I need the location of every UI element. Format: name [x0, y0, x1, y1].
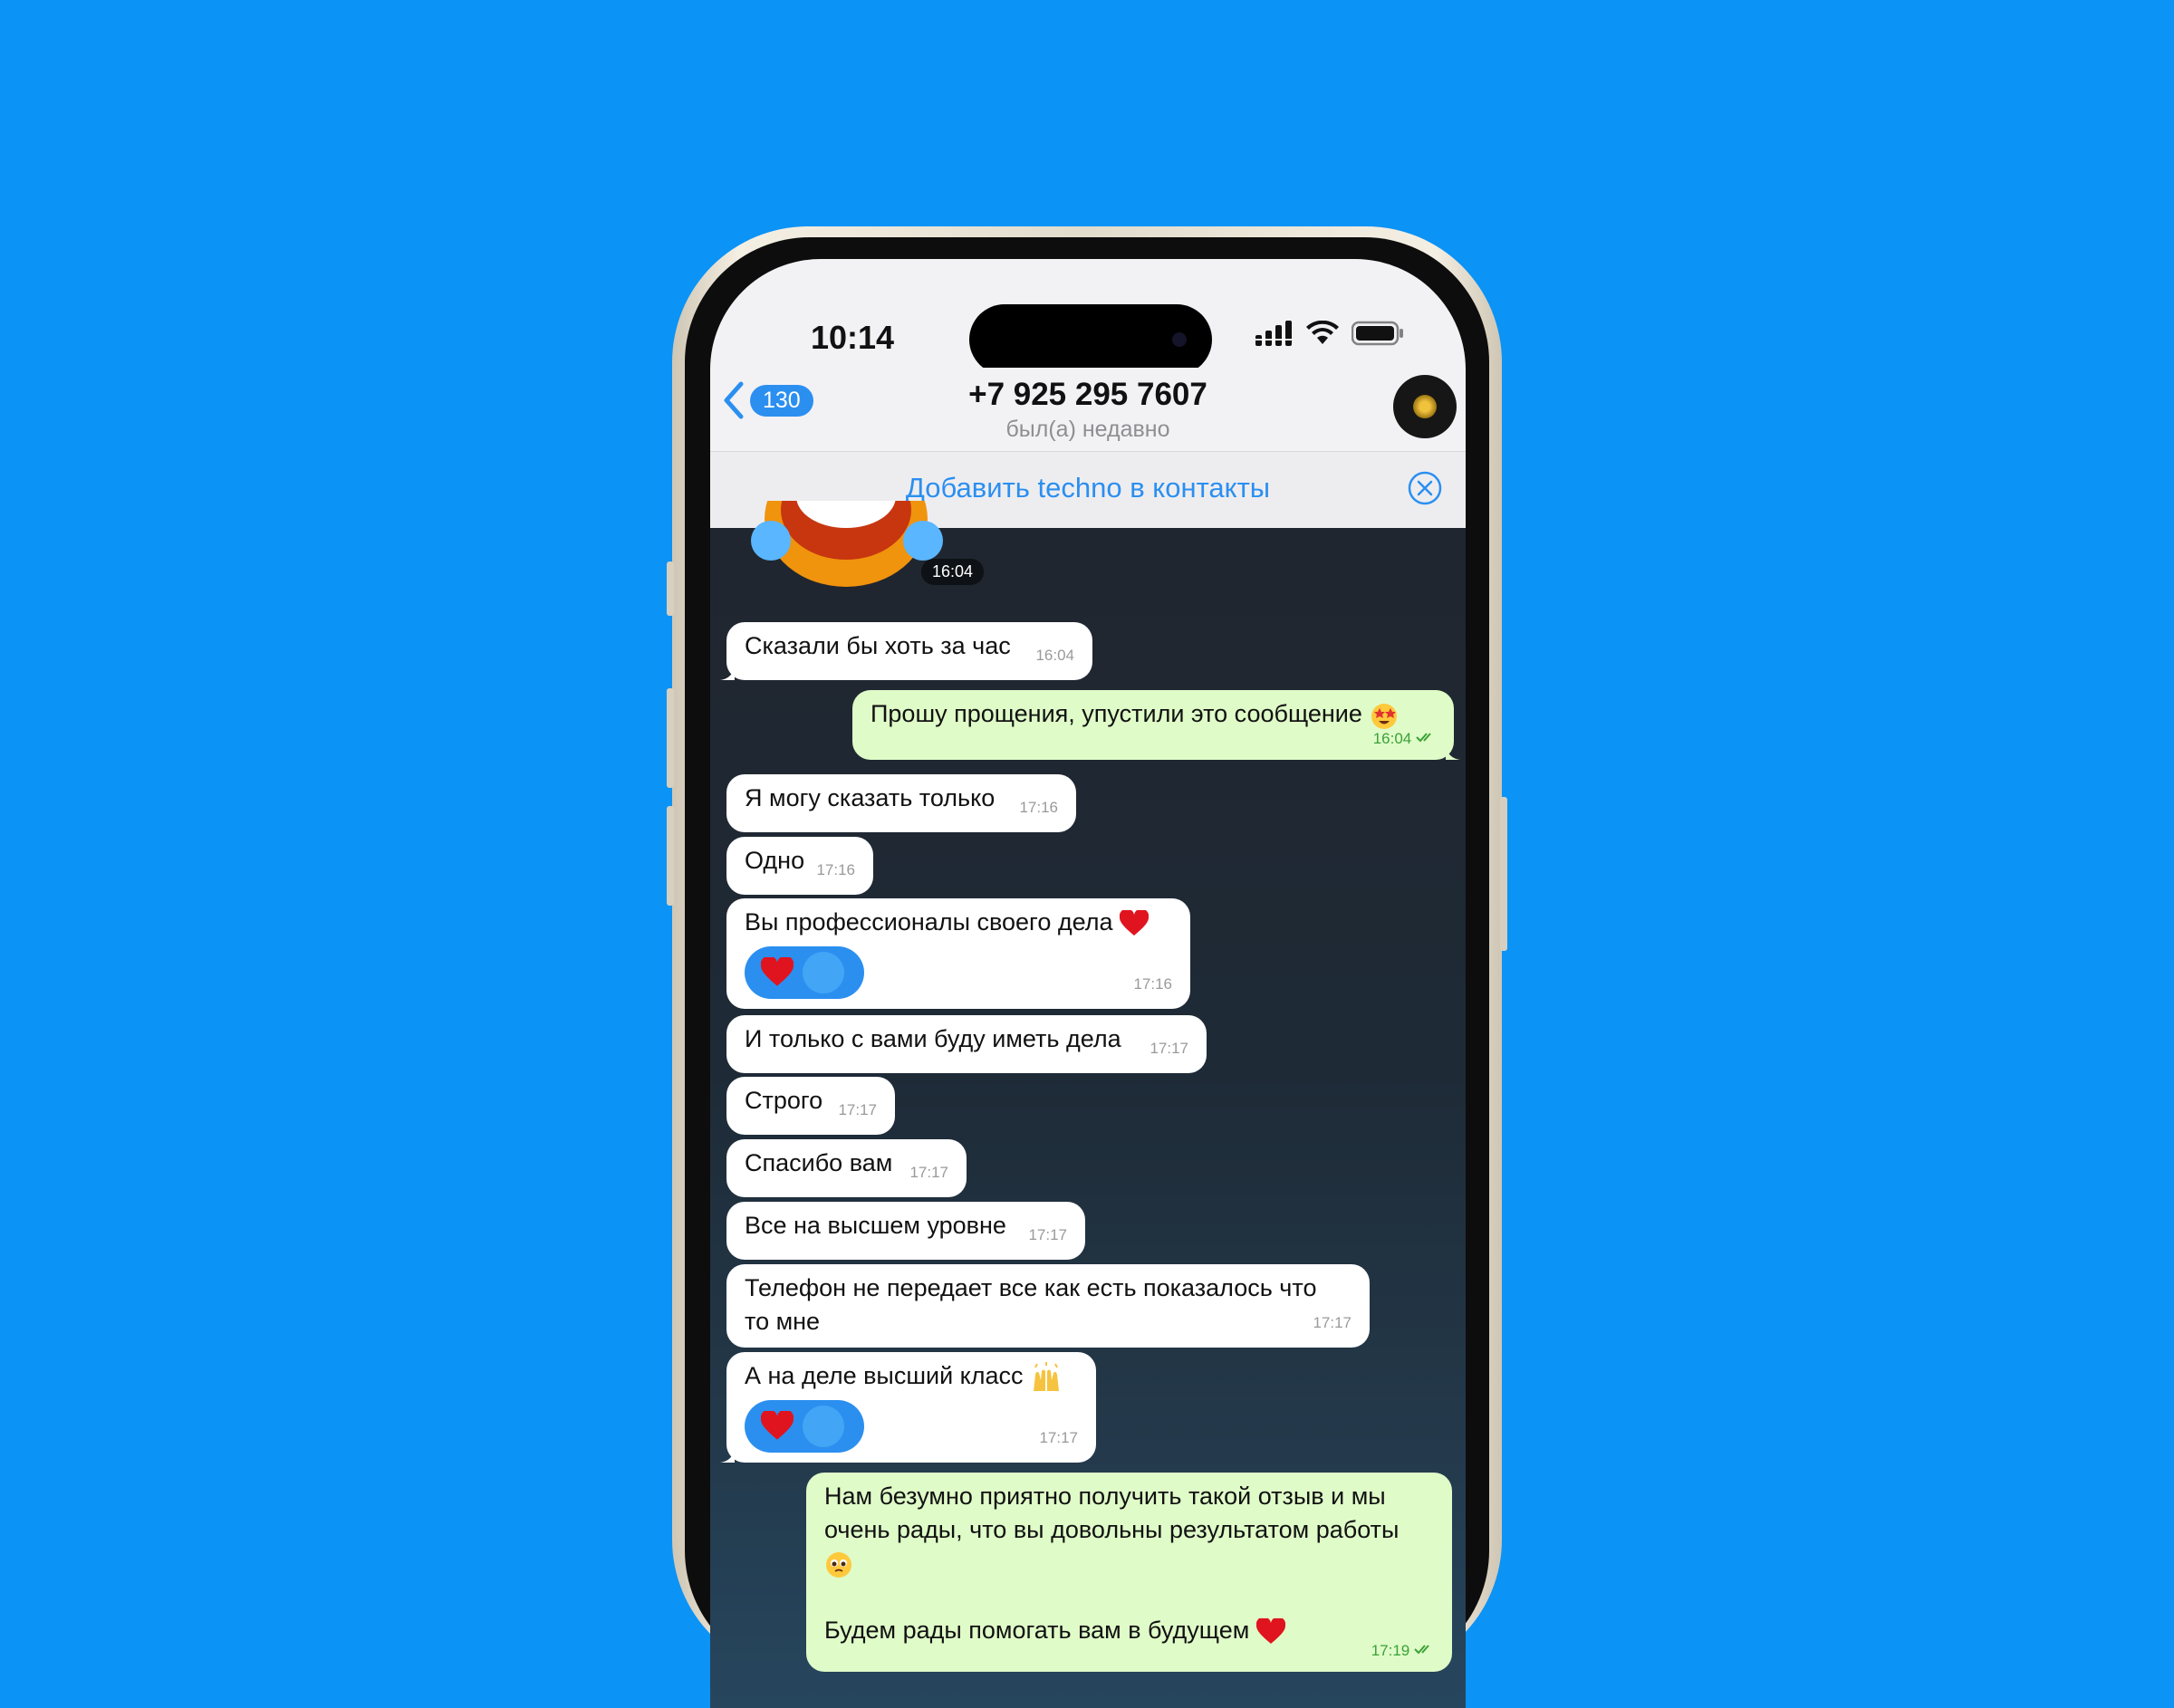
message-time: 17:16 [1133, 975, 1172, 993]
bubble-tail [720, 666, 735, 680]
message-text: А на деле высший класс [745, 1362, 1024, 1389]
message-time: 17:16 [816, 861, 855, 878]
add-contact-link[interactable]: Добавить techno в контакты [710, 472, 1466, 504]
message-time: 17:17 [1313, 1314, 1352, 1331]
message-bubble[interactable]: Вы профессионалы своего дела 17:16 [726, 898, 1190, 1009]
message-bubble[interactable]: Телефон не передает все как есть показал… [726, 1264, 1370, 1348]
chat-header: 130 +7 925 295 7607 был(а) недавно [710, 368, 1466, 451]
chat-title-area[interactable]: +7 925 295 7607 был(а) недавно [710, 377, 1466, 443]
read-receipt-icon [1416, 733, 1431, 743]
message-time: 17:17 [1150, 1040, 1188, 1057]
pleading-face-emoji-icon [826, 1551, 851, 1578]
message-bubble[interactable]: Сказали бы хоть за час 16:04 [720, 622, 1092, 680]
camera-icon [1172, 332, 1187, 347]
message-text: Я могу сказать только [745, 784, 996, 811]
volume-up-button [667, 688, 674, 788]
reaction-badge[interactable] [745, 946, 864, 999]
reactor-avatar [803, 1406, 844, 1447]
red-heart-emoji-icon [761, 957, 794, 986]
message-text: Прошу прощения, упустили это сообщение [871, 700, 1362, 727]
message-time: 17:17 [1028, 1226, 1067, 1243]
dynamic-island [969, 304, 1212, 375]
close-icon[interactable] [1407, 470, 1443, 506]
reactor-avatar [803, 952, 844, 993]
status-icons [1255, 321, 1404, 346]
status-time: 10:14 [811, 319, 895, 356]
message-text: И только с вами буду иметь дела [745, 1025, 1121, 1052]
reaction-badge[interactable] [745, 1400, 864, 1453]
message-text: Спасибо вам [745, 1149, 893, 1176]
red-heart-emoji-icon [761, 1411, 794, 1440]
message-bubble[interactable]: Одно 17:16 [726, 837, 873, 895]
bubble-tail [720, 1448, 735, 1463]
wifi-icon [1306, 321, 1339, 344]
message-text-line: очень рады, что вы довольны результатом … [824, 1516, 1400, 1543]
message-time: 16:04 [1373, 722, 1436, 755]
message-time: 17:17 [838, 1101, 877, 1118]
phone-frame: 10:14 130 +7 925 295 7607 был(а) недавно… [667, 226, 1507, 1708]
signal-icon [1255, 321, 1292, 346]
message-bubble[interactable]: Прошу прощения, упустили это сообщение 1… [852, 690, 1460, 760]
avatar-logo-icon [1413, 395, 1437, 418]
message-text-line: Нам безумно приятно получить такой отзыв… [824, 1483, 1386, 1510]
message-text-line [824, 1547, 1434, 1580]
volume-down-button [667, 806, 674, 906]
bubble-tail [1446, 745, 1460, 760]
message-text: Одно [745, 847, 805, 874]
message-time: 16:04 [1035, 647, 1074, 664]
power-button [1500, 797, 1507, 951]
chat-area[interactable]: 16:04 Сказали бы хоть за час 16:04 Прошу… [710, 451, 1466, 1708]
message-text: Сказали бы хоть за час [745, 632, 1011, 659]
message-bubble[interactable]: Я могу сказать только 17:16 [726, 774, 1076, 832]
message-text-line: Будем рады помогать вам в будущем [824, 1614, 1434, 1647]
message-text: Вы профессионалы своего дела [745, 908, 1113, 936]
red-heart-emoji-icon [1120, 909, 1149, 936]
message-text: Строго [745, 1087, 823, 1114]
message-time: 17:17 [1039, 1429, 1078, 1446]
message-bubble[interactable]: Спасибо вам 17:17 [726, 1139, 967, 1197]
message-time: 17:19 [1371, 1634, 1434, 1667]
status-bar: 10:14 [710, 259, 1466, 375]
message-time: 17:17 [909, 1164, 948, 1181]
message-text-line: Телефон не передает все как есть показал… [745, 1274, 1317, 1301]
raised-hands-emoji-icon [1034, 1361, 1060, 1391]
phone-bezel: 10:14 130 +7 925 295 7607 был(а) недавно… [685, 237, 1489, 1708]
red-heart-emoji-icon [1255, 1617, 1285, 1644]
message-text-line: то мне [745, 1308, 821, 1335]
message-bubble[interactable]: И только с вами буду иметь дела 17:17 [726, 1015, 1207, 1073]
avatar[interactable] [1393, 375, 1457, 438]
message-bubble[interactable]: А на деле высший класс 17:17 [720, 1352, 1096, 1463]
message-time: 17:16 [1019, 799, 1058, 816]
chat-status: был(а) недавно [1005, 417, 1170, 442]
read-receipt-icon [1414, 1645, 1429, 1655]
sticker-time: 16:04 [921, 559, 985, 585]
message-bubble[interactable]: Нам безумно приятно получить такой отзыв… [806, 1473, 1452, 1672]
sticker-image: 16:04 [742, 451, 985, 605]
message-text: Все на высшем уровне [745, 1212, 1006, 1239]
phone-screen: 10:14 130 +7 925 295 7607 был(а) недавно… [710, 259, 1466, 1708]
message-bubble[interactable]: Строго 17:17 [726, 1077, 895, 1135]
message-bubble[interactable]: Все на высшем уровне 17:17 [726, 1202, 1085, 1260]
side-button [667, 561, 674, 616]
battery-icon [1352, 321, 1403, 346]
chat-title: +7 925 295 7607 [968, 377, 1207, 412]
